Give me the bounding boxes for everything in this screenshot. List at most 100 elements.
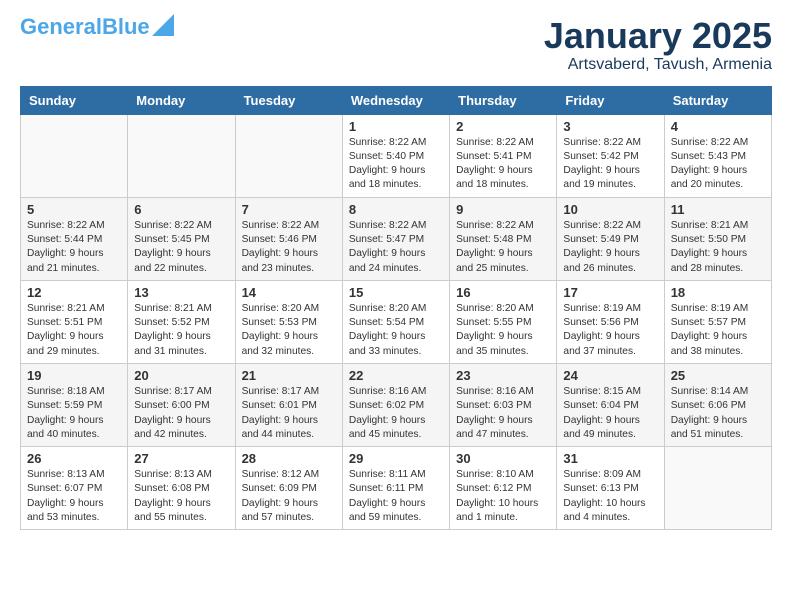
day-number: 6 xyxy=(134,202,228,217)
day-number: 1 xyxy=(349,119,443,134)
day-info: Sunrise: 8:14 AM Sunset: 6:06 PM Dayligh… xyxy=(671,385,765,442)
day-info: Sunrise: 8:22 AM Sunset: 5:41 PM Dayligh… xyxy=(456,136,550,193)
table-row xyxy=(128,114,235,197)
calendar-week-row: 1Sunrise: 8:22 AM Sunset: 5:40 PM Daylig… xyxy=(21,114,772,197)
day-info: Sunrise: 8:17 AM Sunset: 6:00 PM Dayligh… xyxy=(134,385,228,442)
table-row: 20 Sunrise: 8:17 AM Sunset: 6:00 PM Dayli… xyxy=(128,363,235,446)
day-number: 2 xyxy=(456,119,550,134)
day-info: Sunrise: 8:15 AM Sunset: 6:04 PM Dayligh… xyxy=(563,385,657,442)
day-number: 11 xyxy=(671,202,765,217)
table-row: 23 Sunrise: 8:16 AM Sunset: 6:03 PM Dayli… xyxy=(450,363,557,446)
table-row: 11Sunrise: 8:21 AM Sunset: 5:50 PM Dayli… xyxy=(664,197,771,280)
table-row: 3 Sunrise: 8:22 AM Sunset: 5:42 PM Daylig… xyxy=(557,114,664,197)
table-row: 10Sunrise: 8:22 AM Sunset: 5:49 PM Dayli… xyxy=(557,197,664,280)
day-info: Sunrise: 8:22 AM Sunset: 5:46 PM Dayligh… xyxy=(242,219,336,276)
table-row: 2 Sunrise: 8:22 AM Sunset: 5:41 PM Daylig… xyxy=(450,114,557,197)
day-number: 24 xyxy=(563,368,657,383)
header-wednesday: Wednesday xyxy=(342,86,449,114)
table-row: 27 Sunrise: 8:13 AM Sunset: 6:08 PM Dayli… xyxy=(128,447,235,530)
table-row: 26 Sunrise: 8:13 AM Sunset: 6:07 PM Dayli… xyxy=(21,447,128,530)
day-number: 3 xyxy=(563,119,657,134)
calendar-week-row: 26 Sunrise: 8:13 AM Sunset: 6:07 PM Dayli… xyxy=(21,447,772,530)
table-row: 14 Sunrise: 8:20 AM Sunset: 5:53 PM Dayli… xyxy=(235,280,342,363)
table-row: 21 Sunrise: 8:17 AM Sunset: 6:01 PM Dayli… xyxy=(235,363,342,446)
day-info: Sunrise: 8:22 AM Sunset: 5:44 PM Dayligh… xyxy=(27,219,121,276)
table-row: 28Sunrise: 8:12 AM Sunset: 6:09 PM Dayli… xyxy=(235,447,342,530)
calendar-week-row: 19Sunrise: 8:18 AM Sunset: 5:59 PM Dayli… xyxy=(21,363,772,446)
table-row: 16 Sunrise: 8:20 AM Sunset: 5:55 PM Dayli… xyxy=(450,280,557,363)
day-number: 4 xyxy=(671,119,765,134)
table-row: 17 Sunrise: 8:19 AM Sunset: 5:56 PM Dayli… xyxy=(557,280,664,363)
day-info: Sunrise: 8:13 AM Sunset: 6:07 PM Dayligh… xyxy=(27,468,121,525)
table-row: 13 Sunrise: 8:21 AM Sunset: 5:52 PM Dayli… xyxy=(128,280,235,363)
header-monday: Monday xyxy=(128,86,235,114)
day-number: 22 xyxy=(349,368,443,383)
location-title: Artsvaberd, Tavush, Armenia xyxy=(544,56,772,74)
day-info: Sunrise: 8:18 AM Sunset: 5:59 PM Dayligh… xyxy=(27,385,121,442)
day-info: Sunrise: 8:16 AM Sunset: 6:02 PM Dayligh… xyxy=(349,385,443,442)
day-info: Sunrise: 8:20 AM Sunset: 5:55 PM Dayligh… xyxy=(456,302,550,359)
calendar-header-row: Sunday Monday Tuesday Wednesday Thursday… xyxy=(21,86,772,114)
table-row: 18 Sunrise: 8:19 AM Sunset: 5:57 PM Dayli… xyxy=(664,280,771,363)
table-row: 25 Sunrise: 8:14 AM Sunset: 6:06 PM Dayli… xyxy=(664,363,771,446)
day-number: 14 xyxy=(242,285,336,300)
day-number: 30 xyxy=(456,451,550,466)
table-row: 9Sunrise: 8:22 AM Sunset: 5:48 PM Daylig… xyxy=(450,197,557,280)
day-info: Sunrise: 8:11 AM Sunset: 6:11 PM Dayligh… xyxy=(349,468,443,525)
header-tuesday: Tuesday xyxy=(235,86,342,114)
day-number: 16 xyxy=(456,285,550,300)
header-sunday: Sunday xyxy=(21,86,128,114)
logo-blue: Blue xyxy=(102,14,150,39)
table-row: 6Sunrise: 8:22 AM Sunset: 5:45 PM Daylig… xyxy=(128,197,235,280)
day-info: Sunrise: 8:20 AM Sunset: 5:53 PM Dayligh… xyxy=(242,302,336,359)
day-number: 7 xyxy=(242,202,336,217)
logo: GeneralBlue xyxy=(20,16,174,38)
day-info: Sunrise: 8:16 AM Sunset: 6:03 PM Dayligh… xyxy=(456,385,550,442)
day-number: 17 xyxy=(563,285,657,300)
table-row: 31 Sunrise: 8:09 AM Sunset: 6:13 PM Dayli… xyxy=(557,447,664,530)
table-row: 4Sunrise: 8:22 AM Sunset: 5:43 PM Daylig… xyxy=(664,114,771,197)
month-title: January 2025 xyxy=(544,16,772,56)
table-row: 1Sunrise: 8:22 AM Sunset: 5:40 PM Daylig… xyxy=(342,114,449,197)
day-number: 12 xyxy=(27,285,121,300)
table-row: 22 Sunrise: 8:16 AM Sunset: 6:02 PM Dayli… xyxy=(342,363,449,446)
logo-text: GeneralBlue xyxy=(20,16,150,38)
table-row: 15 Sunrise: 8:20 AM Sunset: 5:54 PM Dayli… xyxy=(342,280,449,363)
page: GeneralBlue January 2025 Artsvaberd, Tav… xyxy=(0,0,792,550)
day-info: Sunrise: 8:10 AM Sunset: 6:12 PM Dayligh… xyxy=(456,468,550,525)
day-info: Sunrise: 8:21 AM Sunset: 5:52 PM Dayligh… xyxy=(134,302,228,359)
table-row: 7 Sunrise: 8:22 AM Sunset: 5:46 PM Daylig… xyxy=(235,197,342,280)
table-row: 29Sunrise: 8:11 AM Sunset: 6:11 PM Dayli… xyxy=(342,447,449,530)
day-info: Sunrise: 8:09 AM Sunset: 6:13 PM Dayligh… xyxy=(563,468,657,525)
table-row xyxy=(664,447,771,530)
header-friday: Friday xyxy=(557,86,664,114)
day-info: Sunrise: 8:19 AM Sunset: 5:56 PM Dayligh… xyxy=(563,302,657,359)
title-block: January 2025 Artsvaberd, Tavush, Armenia xyxy=(544,16,772,74)
table-row xyxy=(21,114,128,197)
day-info: Sunrise: 8:22 AM Sunset: 5:42 PM Dayligh… xyxy=(563,136,657,193)
header-thursday: Thursday xyxy=(450,86,557,114)
day-info: Sunrise: 8:21 AM Sunset: 5:51 PM Dayligh… xyxy=(27,302,121,359)
day-number: 26 xyxy=(27,451,121,466)
logo-general: General xyxy=(20,14,102,39)
day-number: 15 xyxy=(349,285,443,300)
table-row: 19Sunrise: 8:18 AM Sunset: 5:59 PM Dayli… xyxy=(21,363,128,446)
day-info: Sunrise: 8:19 AM Sunset: 5:57 PM Dayligh… xyxy=(671,302,765,359)
day-info: Sunrise: 8:22 AM Sunset: 5:47 PM Dayligh… xyxy=(349,219,443,276)
day-number: 25 xyxy=(671,368,765,383)
day-info: Sunrise: 8:12 AM Sunset: 6:09 PM Dayligh… xyxy=(242,468,336,525)
day-number: 13 xyxy=(134,285,228,300)
day-number: 9 xyxy=(456,202,550,217)
day-number: 21 xyxy=(242,368,336,383)
day-info: Sunrise: 8:17 AM Sunset: 6:01 PM Dayligh… xyxy=(242,385,336,442)
day-number: 27 xyxy=(134,451,228,466)
day-number: 20 xyxy=(134,368,228,383)
day-number: 31 xyxy=(563,451,657,466)
day-number: 18 xyxy=(671,285,765,300)
day-number: 8 xyxy=(349,202,443,217)
table-row: 30 Sunrise: 8:10 AM Sunset: 6:12 PM Dayli… xyxy=(450,447,557,530)
day-number: 23 xyxy=(456,368,550,383)
calendar-week-row: 5Sunrise: 8:22 AM Sunset: 5:44 PM Daylig… xyxy=(21,197,772,280)
day-info: Sunrise: 8:20 AM Sunset: 5:54 PM Dayligh… xyxy=(349,302,443,359)
day-info: Sunrise: 8:13 AM Sunset: 6:08 PM Dayligh… xyxy=(134,468,228,525)
